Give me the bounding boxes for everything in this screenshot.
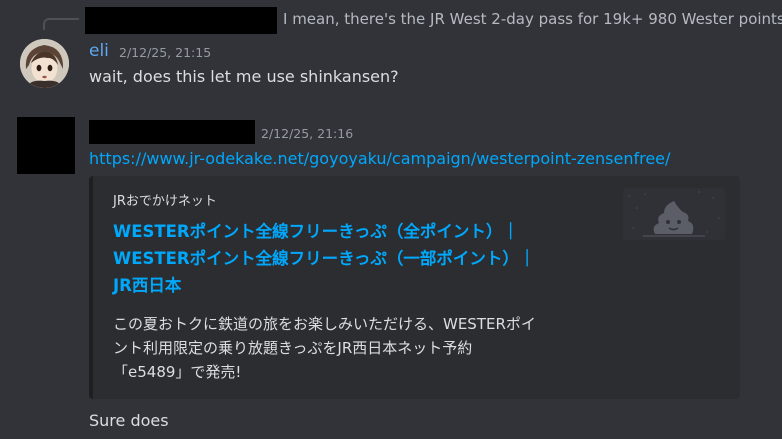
embed-title-line[interactable]: WESTERポイント全線フリーきっぷ（全ポイント）｜ (113, 218, 613, 245)
poop-mascot-icon (623, 188, 725, 240)
embed-desc-line: この夏おトクに鉄道の旅をお楽しみいただける、WESTERポイ (113, 315, 536, 333)
chat-view: I mean, there's the JR West 2-day pass f… (0, 0, 782, 439)
message-timestamp[interactable]: 2/12/25, 21:15 (119, 45, 211, 60)
avatar-eli[interactable] (20, 39, 69, 88)
redacted-username[interactable] (89, 120, 255, 144)
link-embed: JRおでかけネット WESTERポイント全線フリーきっぷ（全ポイント）｜ WES… (89, 176, 740, 399)
embed-title[interactable]: WESTERポイント全線フリーきっぷ（全ポイント）｜ WESTERポイント全線フ… (113, 218, 613, 299)
message-link[interactable]: https://www.jr-odekake.net/goyoyaku/camp… (89, 149, 670, 168)
avatar-redacted[interactable] (17, 117, 75, 174)
embed-desc-line: ント利用限定の乗り放題きっぷをJR西日本ネット予約 (113, 339, 473, 357)
embed-title-line[interactable]: WESTERポイント全線フリーきっぷ（一部ポイント）｜ (113, 245, 613, 272)
redacted-reply-author[interactable] (85, 7, 277, 34)
embed-description: この夏おトクに鉄道の旅をお楽しみいただける、WESTERポイ ント利用限定の乗り… (113, 312, 603, 384)
embed-provider[interactable]: JRおでかけネット (113, 190, 217, 209)
embed-title-line[interactable]: JR西日本 (113, 272, 613, 299)
embed-desc-line: 「e5489」で発売! (113, 363, 242, 381)
message-timestamp[interactable]: 2/12/25, 21:16 (261, 126, 353, 141)
message-text: Sure does (89, 411, 169, 430)
username-eli[interactable]: eli (89, 41, 109, 61)
reply-preview-text[interactable]: I mean, there's the JR West 2-day pass f… (283, 10, 782, 28)
embed-thumbnail[interactable] (623, 188, 725, 240)
anime-avatar-icon (20, 39, 69, 88)
reply-spine (43, 18, 79, 30)
message-text: wait, does this let me use shinkansen? (89, 67, 399, 86)
